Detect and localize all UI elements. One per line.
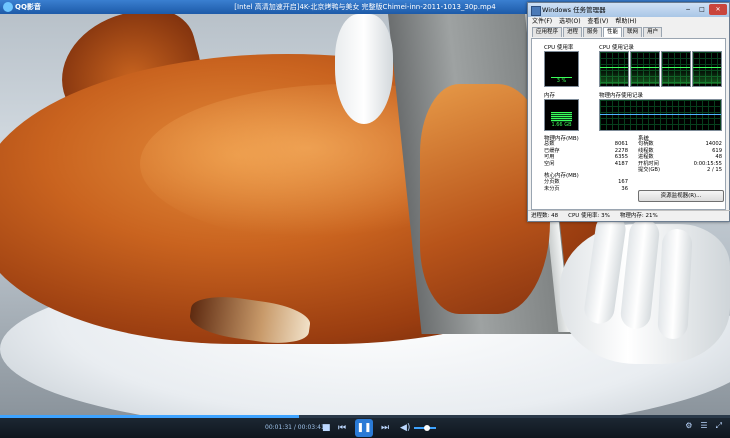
task-manager-tabs: 应用程序 进程 服务 性能 联网 用户 [528, 27, 729, 37]
task-manager-status-bar: 进程数: 48 CPU 使用率: 3% 物理内存: 21% [528, 210, 730, 221]
performance-panel: CPU 使用率 3 % CPU 使用记录 内存 1.66 GB 物理内存使用记录… [531, 38, 726, 210]
task-manager-title: Windows 任务管理器 [542, 6, 606, 14]
cpu-history-label: CPU 使用记录 [599, 45, 634, 51]
memory-history-graph [599, 99, 722, 131]
status-memory: 物理内存: 21% [619, 213, 658, 219]
tab-performance[interactable]: 性能 [603, 27, 623, 37]
menu-help[interactable]: 帮助(H) [615, 17, 636, 27]
tab-processes[interactable]: 进程 [563, 27, 583, 37]
playback-time: 00:01:31 / 00:03:41 [265, 424, 325, 431]
task-manager-menu: 文件(F) 选项(O) 查看(V) 帮助(H) [528, 17, 729, 27]
menu-file[interactable]: 文件(F) [532, 17, 552, 27]
cpu-history-graph-1 [599, 51, 629, 87]
seek-bar-fill [0, 415, 300, 418]
cpu-history-graph-2 [630, 51, 660, 87]
memory-bar [551, 112, 572, 122]
cpu-history-graph-4 [692, 51, 722, 87]
previous-icon[interactable]: ⏮ [338, 421, 346, 435]
playlist-icon[interactable]: ☰ [700, 421, 707, 431]
player-control-bar: 00:01:31 / 00:03:41 ■ ⏮ ❚❚ ⏭ ◀) ⚙ ☰ ⤢ [0, 415, 730, 438]
menu-view[interactable]: 查看(V) [588, 17, 609, 27]
stat-row: 空闲 4187 [544, 160, 628, 167]
task-manager-icon [531, 6, 541, 16]
close-icon[interactable]: ✕ [709, 4, 727, 15]
minimize-icon[interactable]: − [681, 4, 695, 15]
gloved-hand-top [335, 14, 393, 124]
tab-users[interactable]: 用户 [643, 27, 663, 37]
status-processes: 进程数: 48 [531, 213, 559, 219]
memory-gauge: 1.66 GB [544, 99, 579, 131]
pause-button[interactable]: ❚❚ [355, 419, 373, 437]
status-cpu: CPU 使用率: 3% [568, 213, 610, 219]
cpu-usage-label: CPU 使用率 [544, 45, 574, 51]
memory-value: 1.66 GB [551, 122, 572, 128]
task-manager-title-bar[interactable]: Windows 任务管理器 − □ ✕ [528, 3, 729, 17]
system-stats: 句柄数 14002 线程数 619 进程数 48 开机时间 0:00:15:55 提交(… [638, 141, 722, 174]
cpu-usage-gauge: 3 % [544, 51, 579, 87]
right-controls: ⚙ ☰ ⤢ [685, 421, 722, 431]
tab-networking[interactable]: 联网 [623, 27, 643, 37]
stop-icon[interactable]: ■ [322, 421, 331, 435]
volume-knob[interactable] [424, 425, 431, 431]
fullscreen-icon[interactable]: ⤢ [716, 421, 722, 431]
cpu-usage-value: 3 % [556, 78, 567, 84]
task-manager-window-controls: − □ ✕ [681, 4, 727, 15]
menu-options[interactable]: 选项(O) [559, 17, 580, 27]
stat-row: 提交(GB) 2 / 15 [638, 167, 722, 173]
physical-memory-stats: 总数 8061 已缓存 2278 可用 6355 空闲 4187 [544, 141, 628, 167]
memory-label: 内存 [544, 93, 556, 99]
volume-icon[interactable]: ◀) [400, 421, 410, 435]
cpu-history-graph-3 [661, 51, 691, 87]
kernel-memory-stats: 分页数 167 未分页 36 [544, 179, 628, 192]
tab-services[interactable]: 服务 [583, 27, 603, 37]
stat-row: 未分页 36 [544, 185, 628, 192]
kernel-memory-header: 核心内存(MB) [544, 173, 579, 179]
resource-monitor-button[interactable]: 资源监视器(R)... [638, 190, 724, 202]
maximize-icon[interactable]: □ [695, 4, 709, 15]
task-manager-window[interactable]: Windows 任务管理器 − □ ✕ 文件(F) 选项(O) 查看(V) 帮助… [527, 2, 730, 222]
memory-history-label: 物理内存使用记录 [599, 93, 644, 99]
toolbox-icon[interactable]: ⚙ [685, 421, 692, 431]
glove-finger [657, 228, 693, 340]
next-icon[interactable]: ⏭ [381, 421, 389, 435]
seek-bar[interactable] [0, 415, 730, 418]
tab-applications[interactable]: 应用程序 [532, 27, 563, 37]
